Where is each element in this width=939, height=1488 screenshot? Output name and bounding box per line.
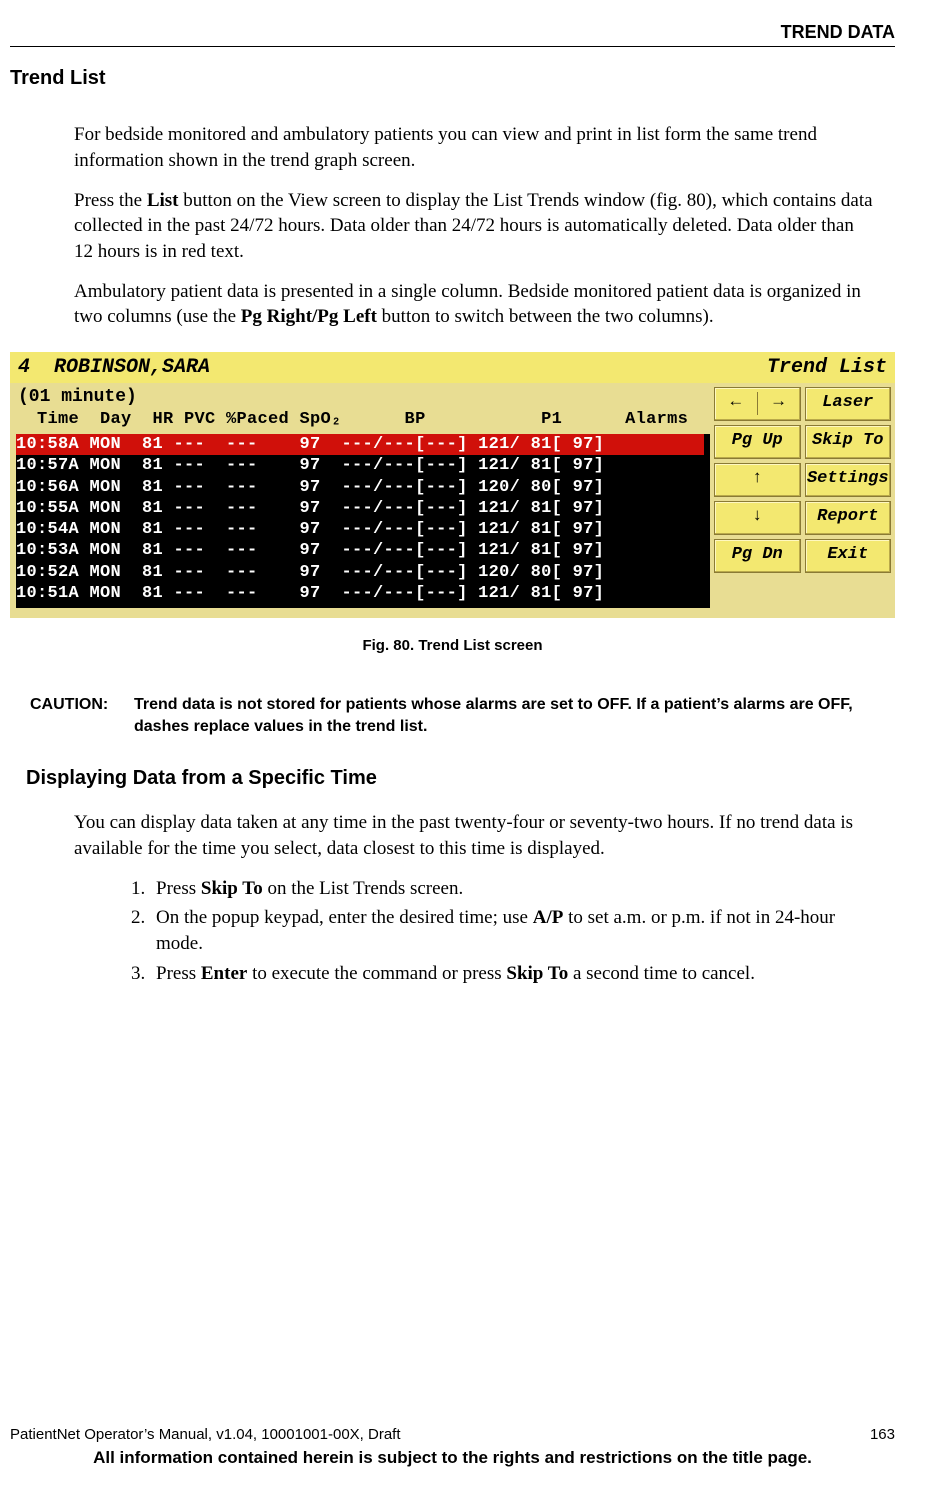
column-headers: Time Day HR PVC %Paced SpO₂ BP P1 Alarms (16, 409, 710, 432)
table-row: 10:56A MON 81 --- --- 97 ---/---[---] 12… (16, 477, 704, 498)
table-row: 10:53A MON 81 --- --- 97 ---/---[---] 12… (16, 540, 704, 561)
section-title: Trend List (10, 65, 895, 92)
laser-button[interactable]: Laser (805, 387, 892, 421)
text: Press (156, 878, 201, 899)
table-row: 10:58A MON 81 --- --- 97 ---/---[---] 12… (16, 434, 704, 455)
text: Press the (74, 190, 147, 211)
paragraph-3: Ambulatory patient data is presented in … (74, 279, 875, 330)
subsection-title: Displaying Data from a Specific Time (26, 765, 895, 792)
patient-name: ROBINSON,SARA (54, 356, 210, 379)
skip-to-button[interactable]: Skip To (805, 425, 892, 459)
table-row: 10:57A MON 81 --- --- 97 ---/---[---] 12… (16, 455, 704, 476)
text: button on the View screen to display the… (74, 190, 873, 262)
trend-table: 10:58A MON 81 --- --- 97 ---/---[---] 12… (16, 434, 710, 608)
paragraph-2: Press the List button on the View screen… (74, 188, 875, 265)
figure-80: 4 ROBINSON,SARA Trend List (01 minute) T… (10, 352, 895, 656)
page-footer: PatientNet Operator’s Manual, v1.04, 100… (10, 1425, 895, 1470)
text: on the List Trends screen. (263, 878, 464, 899)
table-row: 10:51A MON 81 --- --- 97 ---/---[---] 12… (16, 583, 704, 604)
step-2: On the popup keypad, enter the desired t… (150, 905, 875, 956)
bold-text: Enter (201, 963, 247, 984)
caution-label: CAUTION: (30, 694, 134, 737)
bold-text: Pg Right/Pg Left (241, 306, 377, 327)
table-row: 10:52A MON 81 --- --- 97 ---/---[---] 12… (16, 562, 704, 583)
bold-text: Skip To (506, 963, 568, 984)
trend-panel: (01 minute) Time Day HR PVC %Paced SpO₂ … (10, 383, 710, 618)
report-button[interactable]: Report (805, 501, 892, 535)
bed-number: 4 (18, 356, 30, 379)
button-panel: ← → Laser Pg Up Skip To ↑ Settings ↓ Rep… (710, 383, 895, 618)
steps-list: Press Skip To on the List Trends screen.… (74, 876, 875, 987)
caution-block: CAUTION: Trend data is not stored for pa… (30, 694, 895, 737)
text: On the popup keypad, enter the desired t… (156, 907, 533, 928)
settings-button[interactable]: Settings (805, 463, 892, 497)
bold-text: A/P (533, 907, 564, 928)
exit-button[interactable]: Exit (805, 539, 892, 573)
text: button to switch between the two columns… (377, 306, 714, 327)
page-header-category: TREND DATA (10, 20, 895, 44)
arrow-right-button[interactable]: → (758, 392, 800, 415)
table-row: 10:55A MON 81 --- --- 97 ---/---[---] 12… (16, 498, 704, 519)
arrow-left-button[interactable]: ← (715, 392, 758, 415)
step-1: Press Skip To on the List Trends screen. (150, 876, 875, 902)
patient-id: 4 ROBINSON,SARA (18, 354, 210, 381)
screen-titlebar: 4 ROBINSON,SARA Trend List (10, 352, 895, 383)
arrow-down-button[interactable]: ↓ (714, 501, 801, 535)
arrow-up-button[interactable]: ↑ (714, 463, 801, 497)
header-rule (10, 46, 895, 47)
subsection-body: You can display data taken at any time i… (74, 810, 875, 986)
bold-text: Skip To (201, 878, 263, 899)
text: Press (156, 963, 201, 984)
footer-left: PatientNet Operator’s Manual, v1.04, 100… (10, 1425, 401, 1445)
figure-caption: Fig. 80. Trend List screen (10, 636, 895, 656)
caution-text: Trend data is not stored for patients wh… (134, 694, 895, 737)
arrow-lr-buttons[interactable]: ← → (714, 387, 801, 421)
pg-up-button[interactable]: Pg Up (714, 425, 801, 459)
page-number: 163 (870, 1425, 895, 1445)
paragraph-1: For bedside monitored and ambulatory pat… (74, 122, 875, 173)
table-row: 10:54A MON 81 --- --- 97 ---/---[---] 12… (16, 519, 704, 540)
screen-name: Trend List (767, 354, 887, 381)
text: a second time to cancel. (568, 963, 755, 984)
trend-list-screen: 4 ROBINSON,SARA Trend List (01 minute) T… (10, 352, 895, 618)
text: to execute the command or press (247, 963, 506, 984)
body-text: For bedside monitored and ambulatory pat… (74, 122, 875, 329)
subsection-paragraph: You can display data taken at any time i… (74, 810, 875, 861)
footer-disclaimer: All information contained herein is subj… (10, 1447, 895, 1470)
bold-text: List (147, 190, 179, 211)
interval-label: (01 minute) (16, 385, 710, 409)
step-3: Press Enter to execute the command or pr… (150, 961, 875, 987)
pg-dn-button[interactable]: Pg Dn (714, 539, 801, 573)
